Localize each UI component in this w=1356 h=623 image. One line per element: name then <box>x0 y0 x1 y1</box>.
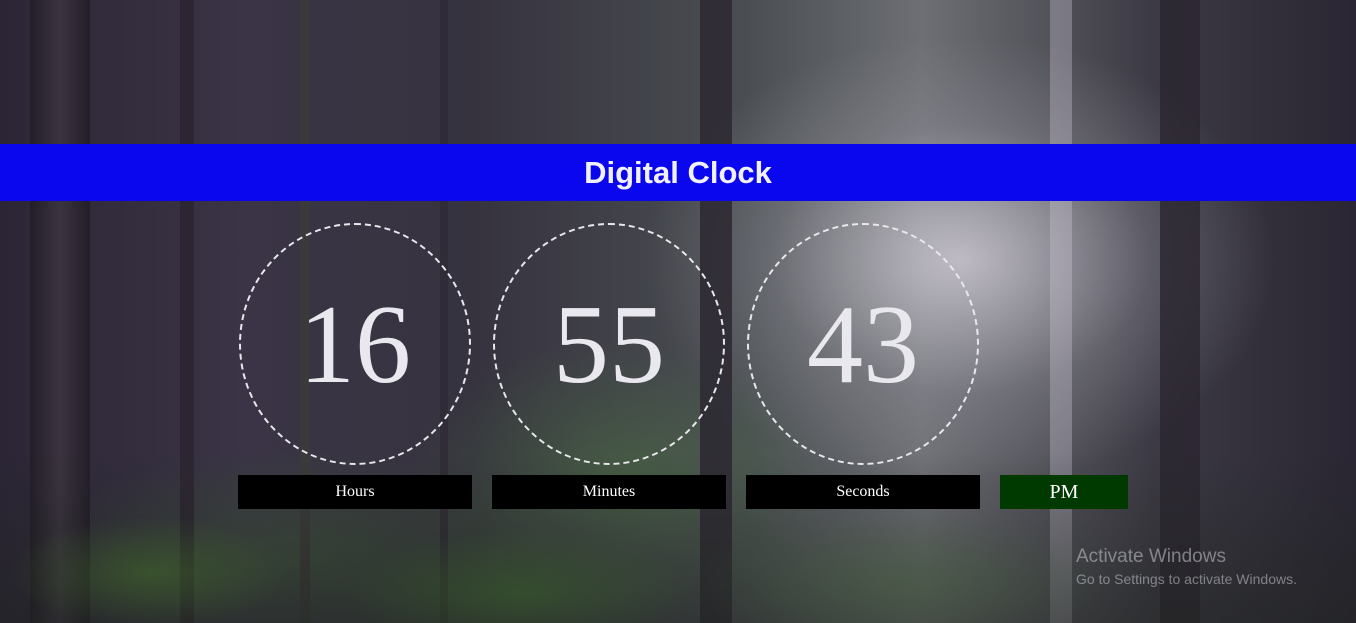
seconds-dial: 43 <box>747 223 979 465</box>
hours-dial: 16 <box>239 223 471 465</box>
minutes-label: Minutes <box>492 475 726 509</box>
header-bar: Digital Clock <box>0 144 1356 201</box>
watermark-title: Activate Windows <box>1076 546 1226 567</box>
page-title: Digital Clock <box>584 154 772 190</box>
minutes-value: 55 <box>553 283 665 407</box>
ampm-indicator: PM <box>1000 475 1128 509</box>
seconds-value: 43 <box>807 283 919 407</box>
hours-label: Hours <box>238 475 472 509</box>
hours-value: 16 <box>299 283 411 407</box>
watermark-subtitle: Go to Settings to activate Windows. <box>1076 571 1297 587</box>
activate-windows-watermark: Activate Windows Go to Settings to activ… <box>1076 546 1297 587</box>
minutes-dial: 55 <box>493 223 725 465</box>
seconds-label: Seconds <box>746 475 980 509</box>
